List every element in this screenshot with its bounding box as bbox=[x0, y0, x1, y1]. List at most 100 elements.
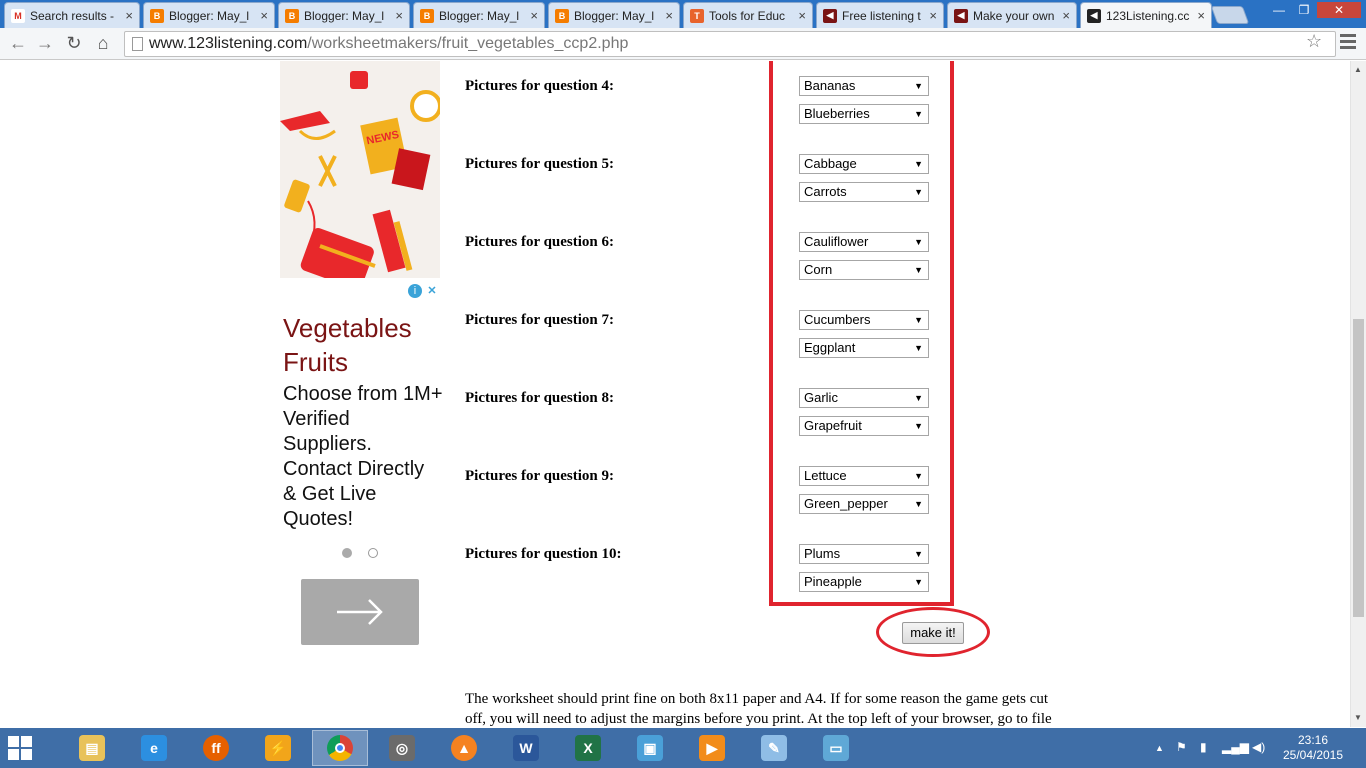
ad-close-icon[interactable]: ✕ bbox=[425, 284, 439, 298]
address-bar[interactable]: www.123listening.com/worksheetmakers/fru… bbox=[124, 31, 1336, 57]
taskbar-photo-viewer[interactable]: ▭ bbox=[808, 730, 864, 766]
taskbar-paint[interactable]: ✎ bbox=[746, 730, 802, 766]
speaker-icon: ◀ bbox=[954, 8, 968, 23]
network-signal-icon[interactable]: ▂▄▆ bbox=[1222, 740, 1249, 754]
taskbar-movie-maker[interactable]: ◎ bbox=[374, 730, 430, 766]
tab-label: Blogger: May_l bbox=[439, 8, 520, 23]
tools-icon: T bbox=[690, 8, 704, 23]
print-instructions-text: The worksheet should print fine on both … bbox=[465, 691, 1052, 727]
question-6-label: Pictures for question 6: bbox=[465, 234, 615, 250]
bookmark-star-icon[interactable]: ☆ bbox=[1306, 31, 1322, 52]
tab-make-your-own[interactable]: ◀ Make your own × bbox=[947, 2, 1077, 28]
close-icon[interactable]: × bbox=[929, 8, 937, 23]
taskbar-internet-explorer[interactable]: e bbox=[126, 730, 182, 766]
taskbar-photo-gallery[interactable]: ▣ bbox=[622, 730, 678, 766]
taskbar-vlc[interactable]: ▲ bbox=[436, 730, 492, 766]
reload-button[interactable]: ↻ bbox=[62, 32, 86, 56]
word-icon: W bbox=[513, 735, 539, 761]
media-player-icon: ▶ bbox=[699, 735, 725, 761]
ad-next-button[interactable] bbox=[301, 579, 419, 645]
tab-blogger-4[interactable]: B Blogger: May_l × bbox=[548, 2, 680, 28]
volume-icon[interactable]: ◀) bbox=[1252, 740, 1265, 754]
windows-taskbar: ▤ e ff ⚡ ◎ ▲ W X ▣ ▶ ✎ ▭ ▲ ⚑ ▮ ▂▄▆ ◀) 23… bbox=[0, 728, 1366, 768]
scroll-up-arrow-icon[interactable]: ▲ bbox=[1354, 65, 1362, 74]
window-close-button[interactable]: ✕ bbox=[1317, 2, 1361, 18]
winamp-icon: ⚡ bbox=[265, 735, 291, 761]
close-icon[interactable]: × bbox=[260, 8, 268, 23]
excel-icon: X bbox=[575, 735, 601, 761]
ad-info-icon[interactable]: i bbox=[408, 284, 422, 298]
tab-123listening[interactable]: ◀ 123Listening.cc × bbox=[1080, 2, 1212, 28]
clock-time: 23:16 bbox=[1297, 733, 1329, 747]
new-tab-button[interactable] bbox=[1210, 6, 1250, 24]
tab-blogger-2[interactable]: B Blogger: May_l × bbox=[278, 2, 410, 28]
taskbar-chrome[interactable] bbox=[312, 730, 368, 766]
close-icon[interactable]: × bbox=[530, 8, 538, 23]
chrome-icon bbox=[327, 735, 353, 761]
close-icon[interactable]: × bbox=[1062, 8, 1070, 23]
home-button[interactable]: ⌂ bbox=[91, 32, 115, 56]
clock-date: 25/04/2015 bbox=[1282, 748, 1344, 762]
tab-label: Make your own bbox=[973, 8, 1055, 23]
make-it-button[interactable]: make it! bbox=[902, 622, 964, 644]
action-center-flag-icon[interactable]: ⚑ bbox=[1176, 740, 1187, 754]
taskbar-word[interactable]: W bbox=[498, 730, 554, 766]
close-icon[interactable]: × bbox=[798, 8, 806, 23]
url-path: /worksheetmakers/fruit_vegetables_ccp2.p… bbox=[307, 35, 629, 52]
chrome-menu-icon[interactable] bbox=[1340, 34, 1356, 52]
close-icon[interactable]: × bbox=[1197, 8, 1205, 23]
taskbar-file-explorer[interactable]: ▤ bbox=[64, 730, 120, 766]
speaker-icon: ◀ bbox=[1087, 8, 1101, 23]
tab-blogger-1[interactable]: B Blogger: May_l × bbox=[143, 2, 275, 28]
scroll-down-arrow-icon[interactable]: ▼ bbox=[1354, 713, 1362, 722]
paint-icon: ✎ bbox=[761, 735, 787, 761]
scrollbar-thumb[interactable] bbox=[1353, 319, 1364, 617]
close-icon[interactable]: × bbox=[395, 8, 403, 23]
page-icon bbox=[132, 37, 143, 51]
blogger-icon: B bbox=[555, 8, 569, 23]
ad-choices[interactable]: i ✕ bbox=[408, 284, 440, 300]
ad-body-text[interactable]: Choose from 1M+ Verified Suppliers. Cont… bbox=[283, 382, 443, 532]
taskbar-media-player[interactable]: ▶ bbox=[684, 730, 740, 766]
forward-button[interactable]: → bbox=[33, 32, 57, 56]
system-clock[interactable]: 23:16 25/04/2015 bbox=[1278, 733, 1348, 763]
ad-illustration[interactable]: NEWS bbox=[280, 61, 440, 278]
close-icon[interactable]: × bbox=[125, 8, 133, 23]
start-button[interactable] bbox=[8, 736, 32, 760]
taskbar-firefox[interactable]: ff bbox=[188, 730, 244, 766]
vertical-scrollbar[interactable]: ▲ ▼ bbox=[1350, 61, 1366, 727]
tab-label: Blogger: May_l bbox=[574, 8, 655, 23]
blogger-icon: B bbox=[285, 8, 299, 23]
tab-blogger-3[interactable]: B Blogger: May_l × bbox=[413, 2, 545, 28]
question-10-label: Pictures for question 10: bbox=[465, 546, 622, 562]
back-button[interactable]: ← bbox=[6, 32, 30, 56]
tab-label: Free listening t bbox=[842, 8, 921, 23]
photo-viewer-icon: ▭ bbox=[823, 735, 849, 761]
tab-label: Search results - bbox=[30, 8, 115, 23]
close-icon[interactable]: × bbox=[665, 8, 673, 23]
taskbar-excel[interactable]: X bbox=[560, 730, 616, 766]
movie-maker-icon: ◎ bbox=[389, 735, 415, 761]
tab-gmail[interactable]: M Search results - × bbox=[4, 2, 140, 28]
blogger-icon: B bbox=[150, 8, 164, 23]
taskbar-winamp[interactable]: ⚡ bbox=[250, 730, 306, 766]
carousel-dot-active[interactable] bbox=[342, 548, 352, 558]
page-content: NEWS i ✕ Vegetables Fruits Choose from 1… bbox=[0, 61, 1350, 727]
show-hidden-icons-icon[interactable]: ▲ bbox=[1155, 743, 1164, 753]
tab-free-listening[interactable]: ◀ Free listening t × bbox=[816, 2, 944, 28]
tab-tools-for-educators[interactable]: T Tools for Educ × bbox=[683, 2, 813, 28]
battery-icon[interactable]: ▮ bbox=[1200, 740, 1207, 754]
browser-toolbar: ← → ↻ ⌂ www.123listening.com/worksheetma… bbox=[0, 28, 1366, 60]
carousel-dot[interactable] bbox=[368, 548, 378, 558]
tab-label: Blogger: May_l bbox=[304, 8, 385, 23]
firefox-icon: ff bbox=[203, 735, 229, 761]
tab-label: Blogger: May_l bbox=[169, 8, 250, 23]
photo-gallery-icon: ▣ bbox=[637, 735, 663, 761]
url-domain: www.123listening.com bbox=[149, 35, 308, 52]
ad-headline[interactable]: Vegetables Fruits bbox=[283, 311, 443, 379]
internet-explorer-icon: e bbox=[141, 735, 167, 761]
question-7-label: Pictures for question 7: bbox=[465, 312, 615, 328]
question-5-label: Pictures for question 5: bbox=[465, 156, 615, 172]
maximize-button[interactable]: ❐ bbox=[1292, 2, 1316, 18]
minimize-button[interactable]: — bbox=[1267, 2, 1291, 18]
